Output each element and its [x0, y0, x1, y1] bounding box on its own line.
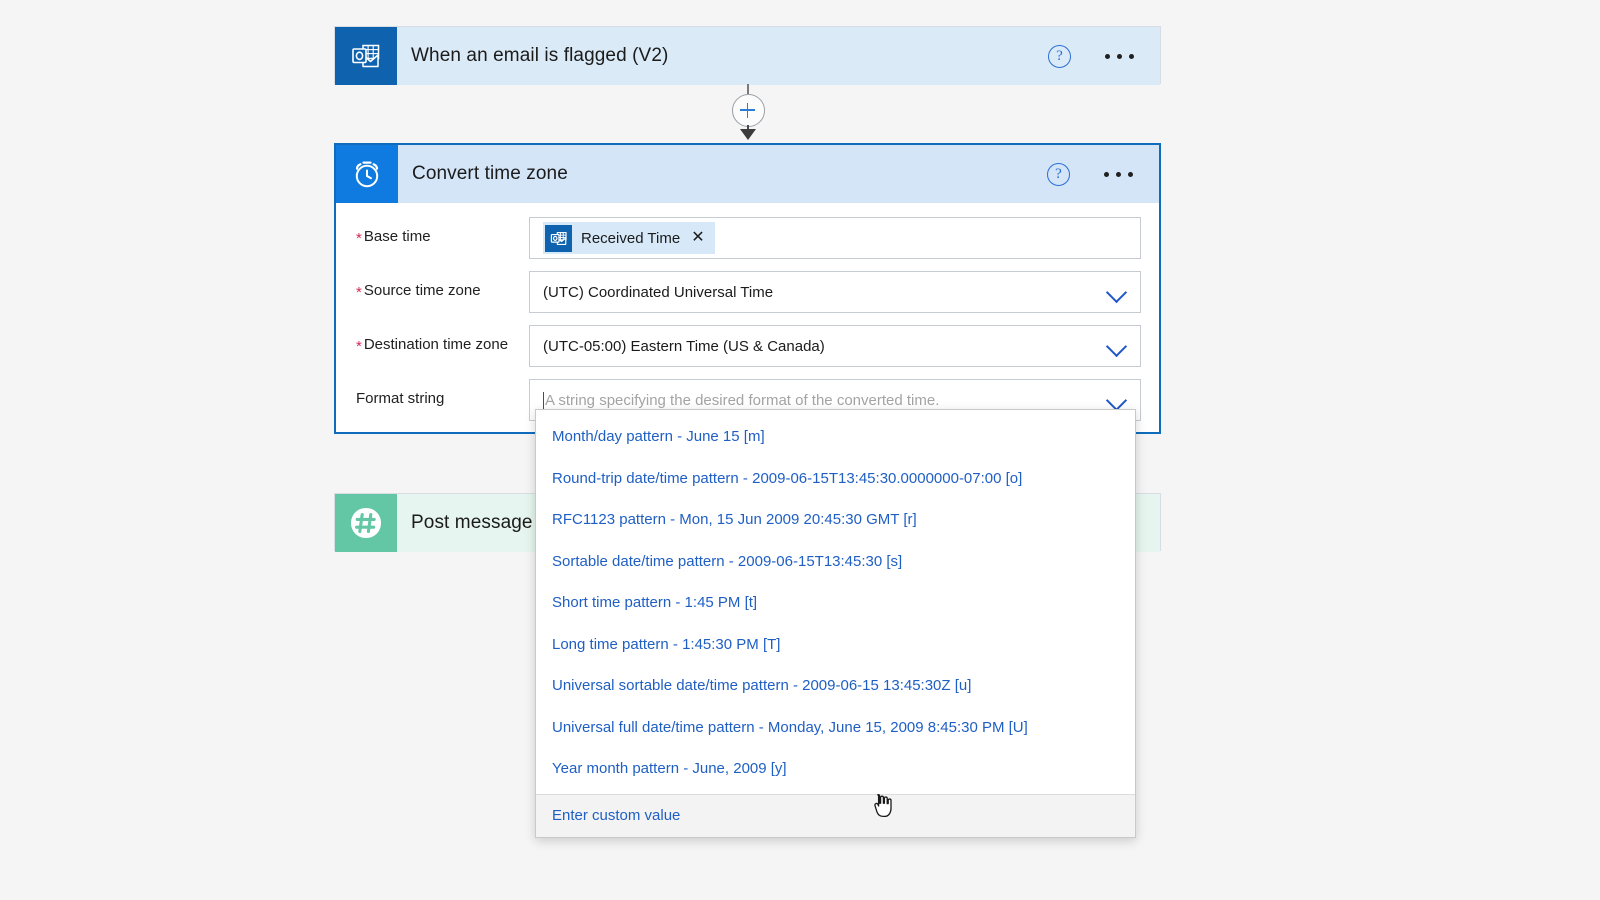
more-options-icon[interactable]: [1105, 53, 1134, 59]
source-time-zone-select[interactable]: (UTC) Coordinated Universal Time: [529, 271, 1141, 313]
chevron-down-icon[interactable]: [1106, 281, 1128, 303]
required-indicator: *: [356, 284, 362, 301]
outlook-icon: [545, 224, 572, 252]
dynamic-content-token[interactable]: Received Time ✕: [543, 222, 715, 254]
dropdown-option[interactable]: Round-trip date/time pattern - 2009-06-1…: [536, 458, 1135, 500]
arrow-down-icon: [740, 129, 756, 140]
trigger-card-actions: ?: [1048, 44, 1160, 68]
format-string-placeholder: A string specifying the desired format o…: [545, 391, 940, 409]
chevron-down-icon[interactable]: [1106, 335, 1128, 357]
form-row-source-time-zone: * Source time zone (UTC) Coordinated Univ…: [354, 271, 1141, 313]
dropdown-option[interactable]: Year month pattern - June, 2009 [y]: [536, 748, 1135, 790]
format-string-dropdown-list[interactable]: Month/day pattern - June 15 [m] Round-tr…: [535, 409, 1136, 838]
action-form: * Base time Received Time ✕ * Source tim…: [336, 203, 1159, 443]
alarm-clock-icon: [336, 145, 398, 203]
text-caret: [543, 391, 544, 409]
remove-token-x-icon[interactable]: ✕: [691, 230, 704, 246]
action-card-actions: ?: [1047, 162, 1159, 186]
format-string-options: Month/day pattern - June 15 [m] Round-tr…: [536, 410, 1135, 794]
flow-designer-canvas: When an email is flagged (V2) ? Convert …: [0, 0, 1600, 900]
destination-time-zone-select[interactable]: (UTC-05:00) Eastern Time (US & Canada): [529, 325, 1141, 367]
help-circle-icon[interactable]: ?: [1048, 44, 1071, 68]
required-indicator: *: [356, 338, 362, 355]
label-format-string: Format string: [356, 390, 445, 407]
destination-time-zone-value: (UTC-05:00) Eastern Time (US & Canada): [543, 337, 825, 355]
action-card-header[interactable]: Convert time zone ?: [336, 145, 1159, 203]
dropdown-option[interactable]: RFC1123 pattern - Mon, 15 Jun 2009 20:45…: [536, 499, 1135, 541]
trigger-card-title: When an email is flagged (V2): [411, 45, 669, 66]
source-time-zone-value: (UTC) Coordinated Universal Time: [543, 283, 774, 301]
label-base-time: * Base time: [356, 228, 431, 247]
required-indicator: *: [356, 230, 362, 247]
add-step-plus-icon[interactable]: [732, 94, 765, 127]
slack-icon: [335, 494, 397, 552]
trigger-card-header[interactable]: When an email is flagged (V2) ?: [335, 27, 1160, 85]
connector-line-top: [747, 84, 749, 94]
chevron-down-icon[interactable]: [1106, 389, 1128, 411]
token-label: Received Time: [581, 229, 681, 247]
action-card-title: Convert time zone: [412, 163, 568, 184]
base-time-input[interactable]: Received Time ✕: [529, 217, 1141, 259]
trigger-card-when-an-email-is-flagged[interactable]: When an email is flagged (V2) ?: [334, 26, 1161, 85]
dropdown-option[interactable]: Universal sortable date/time pattern - 2…: [536, 665, 1135, 707]
dropdown-option[interactable]: Sortable date/time pattern - 2009-06-15T…: [536, 541, 1135, 583]
form-row-base-time: * Base time Received Time ✕: [354, 217, 1141, 259]
more-options-icon[interactable]: [1104, 171, 1133, 177]
dropdown-option[interactable]: Long time pattern - 1:45:30 PM [T]: [536, 624, 1135, 666]
action-card-convert-time-zone[interactable]: Convert time zone ? * Base time Received…: [334, 143, 1161, 434]
label-source-time-zone: * Source time zone: [356, 282, 481, 301]
flow-connector: [713, 84, 783, 140]
dropdown-option[interactable]: Universal full date/time pattern - Monda…: [536, 707, 1135, 749]
dropdown-option[interactable]: Month/day pattern - June 15 [m]: [536, 416, 1135, 458]
dropdown-option[interactable]: Short time pattern - 1:45 PM [t]: [536, 582, 1135, 624]
form-row-destination-time-zone: * Destination time zone (UTC-05:00) Easte…: [354, 325, 1141, 367]
outlook-icon: [335, 27, 397, 85]
enter-custom-value-option[interactable]: Enter custom value: [536, 793, 1135, 837]
label-destination-time-zone: * Destination time zone: [356, 336, 509, 355]
help-circle-icon[interactable]: ?: [1047, 162, 1070, 186]
